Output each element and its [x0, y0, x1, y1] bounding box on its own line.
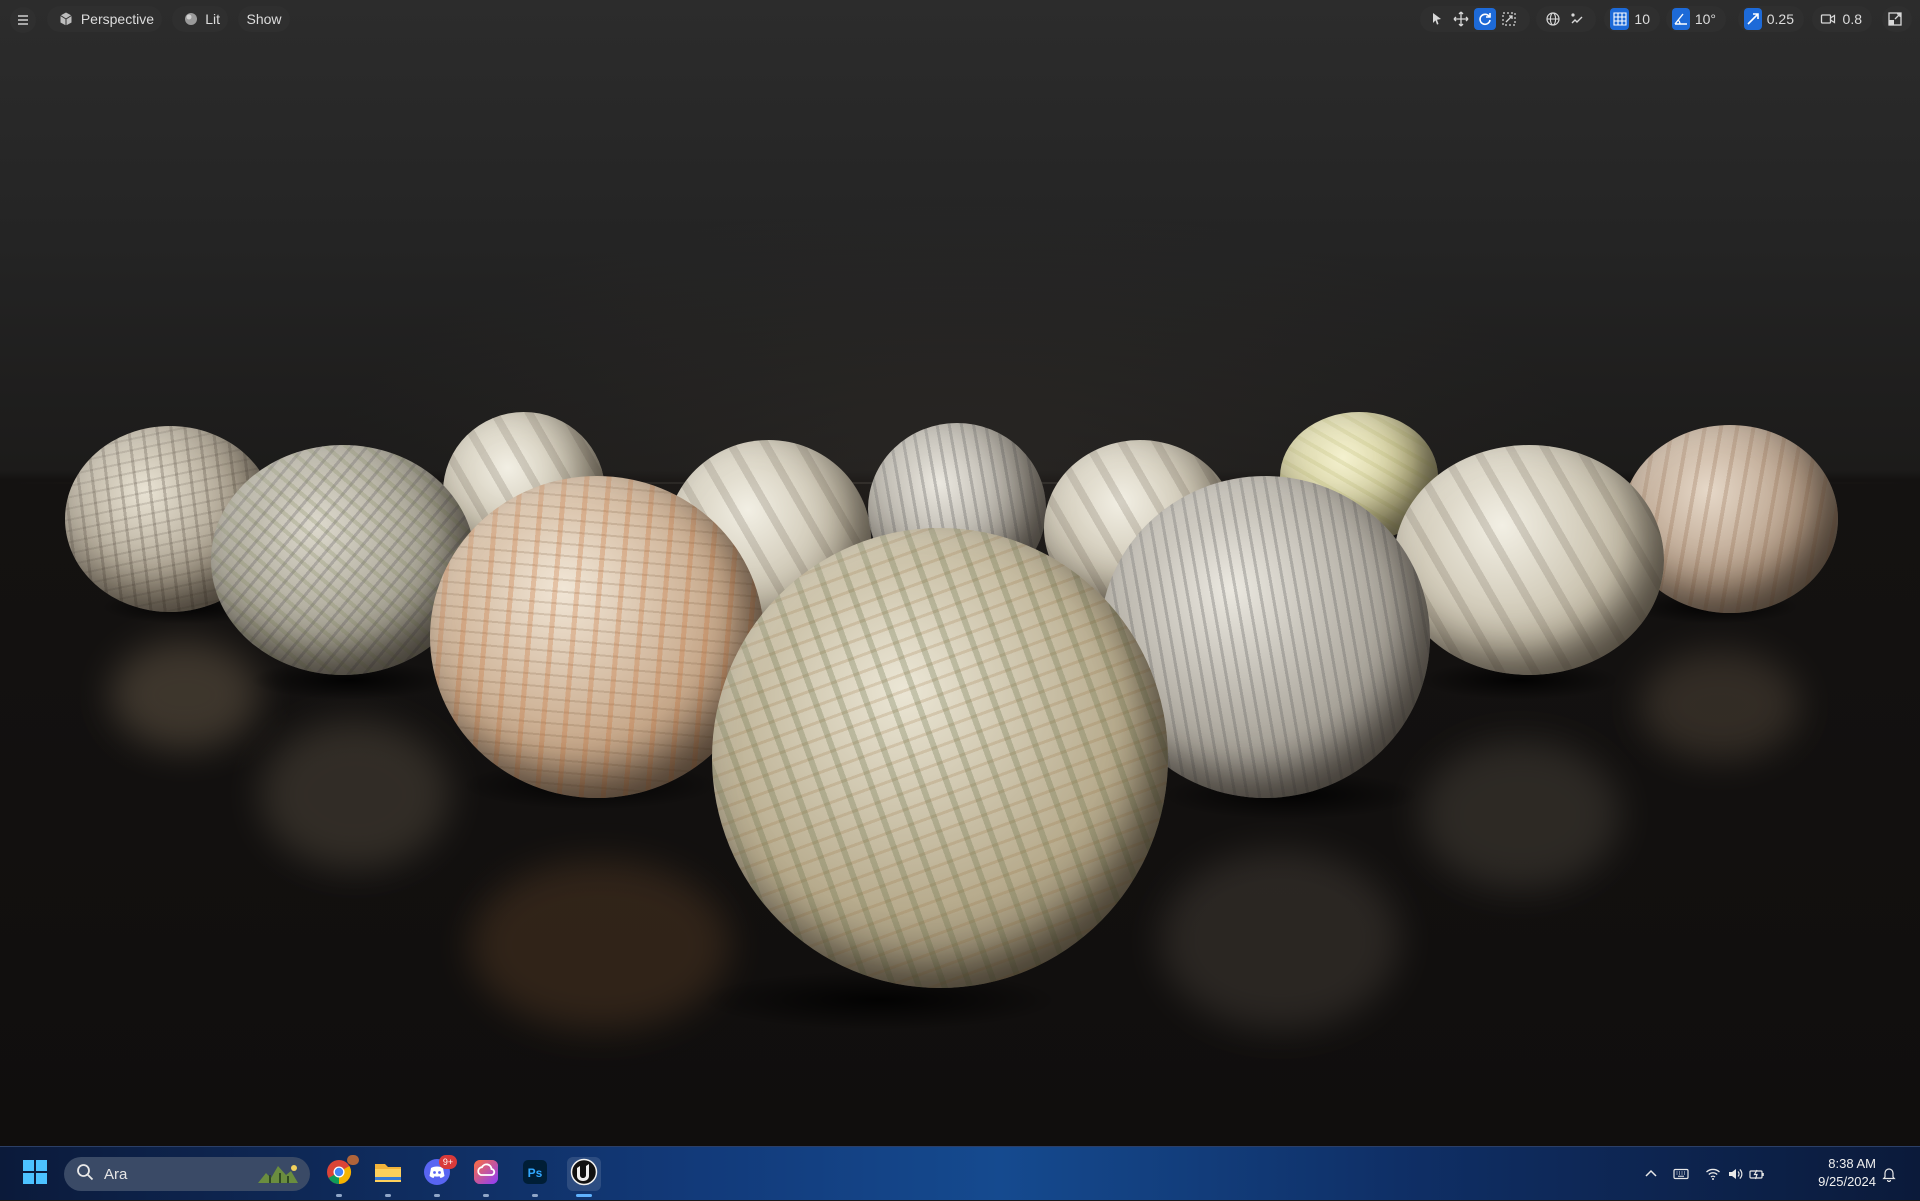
running-indicator — [532, 1194, 538, 1197]
search-icon — [76, 1163, 94, 1185]
creative-cloud-icon — [473, 1159, 499, 1190]
move-arrows-icon[interactable] — [1450, 8, 1472, 30]
svg-text:Ps: Ps — [528, 1166, 543, 1180]
windows-taskbar: Ara 9+ Ps 8:38 AM 9/25/2024 — [0, 1146, 1920, 1200]
show-label: Show — [246, 11, 282, 27]
camera-icon[interactable] — [1818, 8, 1838, 30]
rotation-snap-icon[interactable] — [1672, 8, 1690, 30]
taskbar-photoshop[interactable]: Ps — [518, 1157, 552, 1197]
rotation-snap-group: 10° — [1666, 6, 1726, 32]
grid-snap-icon[interactable] — [1610, 8, 1630, 30]
world-globe-icon[interactable] — [1542, 8, 1564, 30]
level-viewport[interactable] — [0, 0, 1920, 1146]
camera-speed-value[interactable]: 0.8 — [1840, 11, 1866, 27]
active-indicator — [576, 1194, 592, 1197]
camera-speed-group: 0.8 — [1812, 6, 1872, 32]
chevron-up-icon[interactable] — [1640, 1163, 1662, 1185]
grid-snap-group: 10 — [1604, 6, 1660, 32]
scale-snap-group: 0.25 — [1738, 6, 1804, 32]
taskbar-search-box[interactable]: Ara — [64, 1157, 310, 1191]
volume-icon[interactable] — [1724, 1163, 1746, 1185]
folder-icon — [374, 1160, 402, 1189]
sphere-reflection — [470, 860, 730, 1030]
keyboard-icon[interactable] — [1670, 1163, 1692, 1185]
viewport-menu-button[interactable] — [10, 7, 36, 33]
taskbar-clock[interactable]: 8:38 AM 9/25/2024 — [1804, 1155, 1876, 1191]
maximize-viewport-group — [1882, 6, 1912, 32]
discord-notification-badge: 9+ — [439, 1155, 457, 1169]
scale-icon[interactable] — [1498, 8, 1520, 30]
select-cursor-icon[interactable] — [1426, 8, 1448, 30]
sphere-reflection — [260, 720, 450, 870]
scale-snap-value[interactable]: 0.25 — [1764, 11, 1798, 27]
taskbar-chrome[interactable] — [322, 1155, 359, 1197]
taskbar-file-explorer[interactable] — [371, 1157, 405, 1197]
sphere-reflection — [1420, 740, 1620, 890]
chrome-profile-badge — [347, 1155, 359, 1165]
running-indicator — [336, 1194, 342, 1197]
lit-button[interactable]: Lit — [172, 6, 228, 32]
scale-snap-icon[interactable] — [1744, 8, 1762, 30]
perspective-label: Perspective — [80, 11, 154, 27]
lit-label: Lit — [205, 11, 220, 27]
search-highlight-icon — [256, 1163, 300, 1189]
material-sphere[interactable] — [1394, 445, 1664, 675]
sphere-reflection — [1160, 850, 1400, 1030]
sphere-reflection — [1640, 650, 1800, 760]
windows-logo-icon — [22, 1159, 48, 1190]
battery-charging-icon[interactable] — [1746, 1163, 1768, 1185]
taskbar-unreal-engine[interactable] — [567, 1157, 601, 1197]
running-indicator — [385, 1194, 391, 1197]
maximize-viewport-icon[interactable] — [1884, 8, 1906, 30]
rotate-icon[interactable] — [1474, 8, 1496, 30]
taskbar-discord[interactable]: 9+ — [420, 1155, 457, 1197]
wifi-icon[interactable] — [1702, 1163, 1724, 1185]
system-tray — [1640, 1147, 1768, 1201]
sphere-reflection — [110, 640, 260, 750]
unreal-engine-icon — [570, 1158, 598, 1191]
start-button[interactable] — [18, 1157, 52, 1191]
surface-snap-icon[interactable] — [1566, 8, 1588, 30]
grid-snap-value[interactable]: 10 — [1631, 11, 1654, 27]
rotation-snap-value[interactable]: 10° — [1692, 11, 1720, 27]
photoshop-icon: Ps — [522, 1159, 548, 1190]
clock-time: 8:38 AM — [1828, 1156, 1876, 1171]
clock-date: 9/25/2024 — [1818, 1174, 1876, 1189]
search-text: Ara — [104, 1165, 128, 1183]
transform-tools — [1420, 6, 1530, 32]
material-sphere-front[interactable] — [712, 528, 1168, 988]
hamburger-icon — [12, 9, 34, 31]
show-button[interactable]: Show — [238, 6, 290, 32]
cube-icon — [55, 8, 77, 30]
perspective-button[interactable]: Perspective — [47, 6, 162, 32]
coordinate-tools — [1536, 6, 1596, 32]
sphere-shading-icon — [180, 8, 201, 30]
notification-bell-icon[interactable] — [1878, 1163, 1900, 1185]
running-indicator — [483, 1194, 489, 1197]
running-indicator — [434, 1194, 440, 1197]
taskbar-creative-cloud[interactable] — [469, 1157, 503, 1197]
